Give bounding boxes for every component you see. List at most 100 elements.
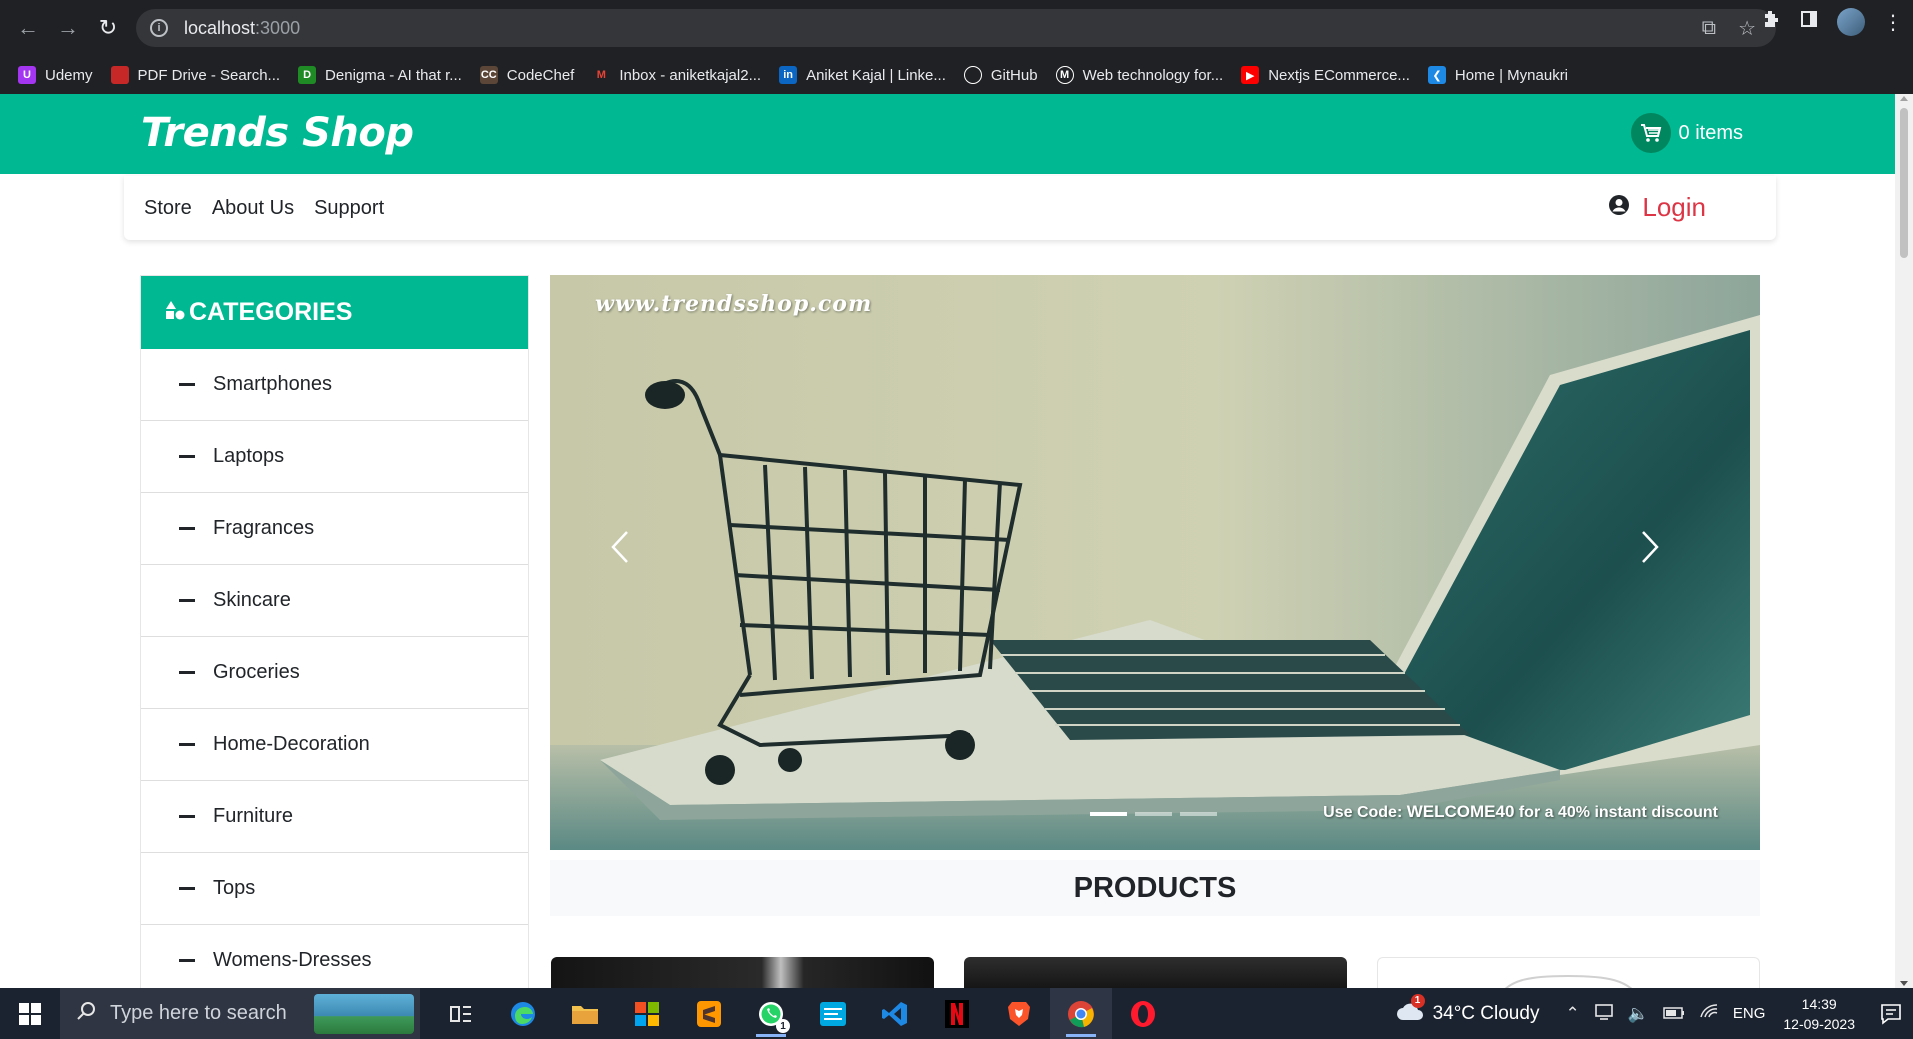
categories-header: CATEGORIES bbox=[141, 276, 528, 349]
carousel-indicator[interactable] bbox=[1180, 812, 1217, 816]
bookmark-item[interactable]: U Udemy bbox=[18, 66, 93, 84]
dash-icon bbox=[179, 383, 195, 386]
denigma-icon: D bbox=[298, 66, 317, 84]
bookmark-label: PDF Drive - Search... bbox=[137, 66, 281, 84]
search-icon bbox=[76, 1001, 96, 1027]
carousel-prev-button[interactable] bbox=[610, 530, 670, 590]
category-label: Home-Decoration bbox=[213, 733, 370, 755]
scroll-down-arrow-icon[interactable] bbox=[1900, 981, 1908, 986]
hero-carousel[interactable]: www.trendsshop.com Use Code: WELCOME40 f… bbox=[550, 275, 1760, 850]
show-hidden-icons-chevron-icon[interactable]: ⌃ bbox=[1565, 1004, 1579, 1024]
hero-banner-image bbox=[550, 275, 1760, 850]
categories-title: CATEGORIES bbox=[189, 298, 353, 326]
bookmark-label: Aniket Kajal | Linke... bbox=[806, 66, 946, 84]
bookmark-label: Home | Mynaukri bbox=[1454, 66, 1569, 84]
taskbar-search-box[interactable]: Type here to search bbox=[60, 988, 420, 1039]
bookmark-label: Nextjs ECommerce... bbox=[1268, 66, 1410, 84]
whatsapp-icon[interactable]: 1 bbox=[740, 988, 802, 1039]
web-tech-icon: M bbox=[1055, 66, 1074, 84]
share-icon[interactable]: ⧉ bbox=[1702, 17, 1716, 40]
scrollbar-thumb[interactable] bbox=[1900, 108, 1908, 258]
vs-code-icon[interactable] bbox=[864, 988, 926, 1039]
bookmark-item[interactable]: ❮ Home | Mynaukri bbox=[1427, 66, 1569, 84]
microsoft-store-icon[interactable] bbox=[616, 988, 678, 1039]
nav-link-about-us[interactable]: About Us bbox=[212, 197, 294, 220]
battery-icon[interactable] bbox=[1663, 1004, 1685, 1024]
url-text: localhost:3000 bbox=[184, 17, 301, 38]
scroll-up-arrow-icon[interactable] bbox=[1900, 96, 1908, 101]
bookmark-item[interactable]: in Aniket Kajal | Linke... bbox=[779, 66, 946, 84]
profile-avatar[interactable] bbox=[1837, 8, 1865, 36]
cart-count-label: 0 items bbox=[1678, 121, 1743, 144]
bookmark-item[interactable]: GitHub bbox=[963, 66, 1038, 84]
forward-arrow-icon[interactable]: → bbox=[48, 8, 88, 48]
system-clock[interactable]: 14:39 12-09-2023 bbox=[1783, 994, 1855, 1034]
edge-browser-icon[interactable] bbox=[492, 988, 554, 1039]
windows-start-button[interactable] bbox=[0, 988, 60, 1039]
bookmarks-bar: U Udemy PDF Drive - Search... D Denigma - AI… bbox=[0, 56, 1913, 94]
page-scrollbar[interactable] bbox=[1895, 94, 1913, 988]
brand-logo[interactable]: Trends Shop bbox=[141, 110, 414, 156]
product-card[interactable] bbox=[1377, 957, 1760, 988]
site-info-icon[interactable]: i bbox=[150, 19, 168, 37]
clock-date: 12-09-2023 bbox=[1783, 1015, 1855, 1032]
user-circle-icon bbox=[1608, 194, 1630, 221]
opera-browser-icon[interactable] bbox=[1112, 988, 1174, 1039]
prime-video-icon[interactable] bbox=[802, 988, 864, 1039]
file-explorer-icon[interactable] bbox=[554, 988, 616, 1039]
pdf-drive-icon bbox=[110, 66, 129, 84]
category-label: Smartphones bbox=[213, 373, 332, 395]
category-item[interactable]: Womens-Dresses bbox=[141, 925, 528, 988]
bookmark-item[interactable]: CC CodeChef bbox=[479, 66, 574, 84]
category-item[interactable]: Fragrances bbox=[141, 493, 528, 565]
address-bar[interactable]: i localhost:3000 ⧉ ☆ bbox=[136, 9, 1776, 47]
carousel-indicator[interactable] bbox=[1090, 812, 1127, 816]
product-card[interactable] bbox=[964, 957, 1347, 988]
bookmark-item[interactable]: PDF Drive - Search... bbox=[110, 66, 281, 84]
notification-center-icon[interactable] bbox=[1869, 988, 1913, 1039]
volume-icon[interactable]: 🔈 bbox=[1628, 1004, 1649, 1024]
sublime-text-icon[interactable] bbox=[678, 988, 740, 1039]
extensions-icon[interactable] bbox=[1761, 9, 1781, 35]
browser-toolbar: ← → ↻ i localhost:3000 ⧉ ☆ ⋮ bbox=[0, 0, 1913, 56]
whatsapp-notification-badge: 1 bbox=[776, 1019, 790, 1033]
network-status-icon[interactable] bbox=[1594, 1002, 1614, 1025]
bookmark-item[interactable]: D Denigma - AI that r... bbox=[298, 66, 462, 84]
category-item[interactable]: Furniture bbox=[141, 781, 528, 853]
category-label: Furniture bbox=[213, 805, 294, 827]
bookmark-star-icon[interactable]: ☆ bbox=[1738, 16, 1756, 41]
category-item[interactable]: Skincare bbox=[141, 565, 528, 637]
task-view-icon[interactable] bbox=[430, 988, 492, 1039]
cart-button[interactable]: 0 items bbox=[1630, 113, 1743, 153]
category-item[interactable]: Laptops bbox=[141, 421, 528, 493]
weather-widget[interactable]: 1 34°C Cloudy bbox=[1395, 993, 1539, 1028]
weather-alert-badge: 1 bbox=[1410, 993, 1425, 1008]
login-button[interactable]: Login bbox=[1608, 192, 1706, 223]
carousel-next-button[interactable] bbox=[1640, 530, 1700, 590]
dash-icon bbox=[179, 815, 195, 818]
bookmark-item[interactable]: M Inbox - aniketkajal2... bbox=[592, 66, 761, 84]
input-language-indicator[interactable]: ENG bbox=[1733, 1005, 1766, 1022]
bookmark-label: Inbox - aniketkajal2... bbox=[619, 66, 762, 84]
udemy-icon: U bbox=[18, 66, 36, 84]
category-item[interactable]: Tops bbox=[141, 853, 528, 925]
category-item[interactable]: Groceries bbox=[141, 637, 528, 709]
category-item[interactable]: Smartphones bbox=[141, 349, 528, 421]
netflix-icon[interactable] bbox=[926, 988, 988, 1039]
carousel-indicator[interactable] bbox=[1135, 812, 1172, 816]
carousel-indicators bbox=[1090, 812, 1217, 816]
chrome-browser-icon[interactable] bbox=[1050, 988, 1112, 1039]
side-panel-icon[interactable] bbox=[1799, 9, 1819, 35]
product-card[interactable] bbox=[551, 957, 934, 988]
nav-link-store[interactable]: Store bbox=[144, 197, 192, 220]
bookmark-item[interactable]: ▶ Nextjs ECommerce... bbox=[1241, 66, 1410, 84]
chrome-menu-icon[interactable]: ⋮ bbox=[1883, 10, 1903, 35]
bookmark-item[interactable]: M Web technology for... bbox=[1055, 66, 1223, 84]
category-item[interactable]: Home-Decoration bbox=[141, 709, 528, 781]
back-arrow-icon[interactable]: ← bbox=[8, 8, 48, 48]
reload-icon[interactable]: ↻ bbox=[88, 8, 128, 48]
brave-browser-icon[interactable] bbox=[988, 988, 1050, 1039]
nav-link-support[interactable]: Support bbox=[314, 197, 384, 220]
wifi-icon[interactable] bbox=[1699, 1003, 1719, 1024]
windows-taskbar: Type here to search 1 1 34°C Cloudy ⌃ 🔈 … bbox=[0, 988, 1913, 1039]
